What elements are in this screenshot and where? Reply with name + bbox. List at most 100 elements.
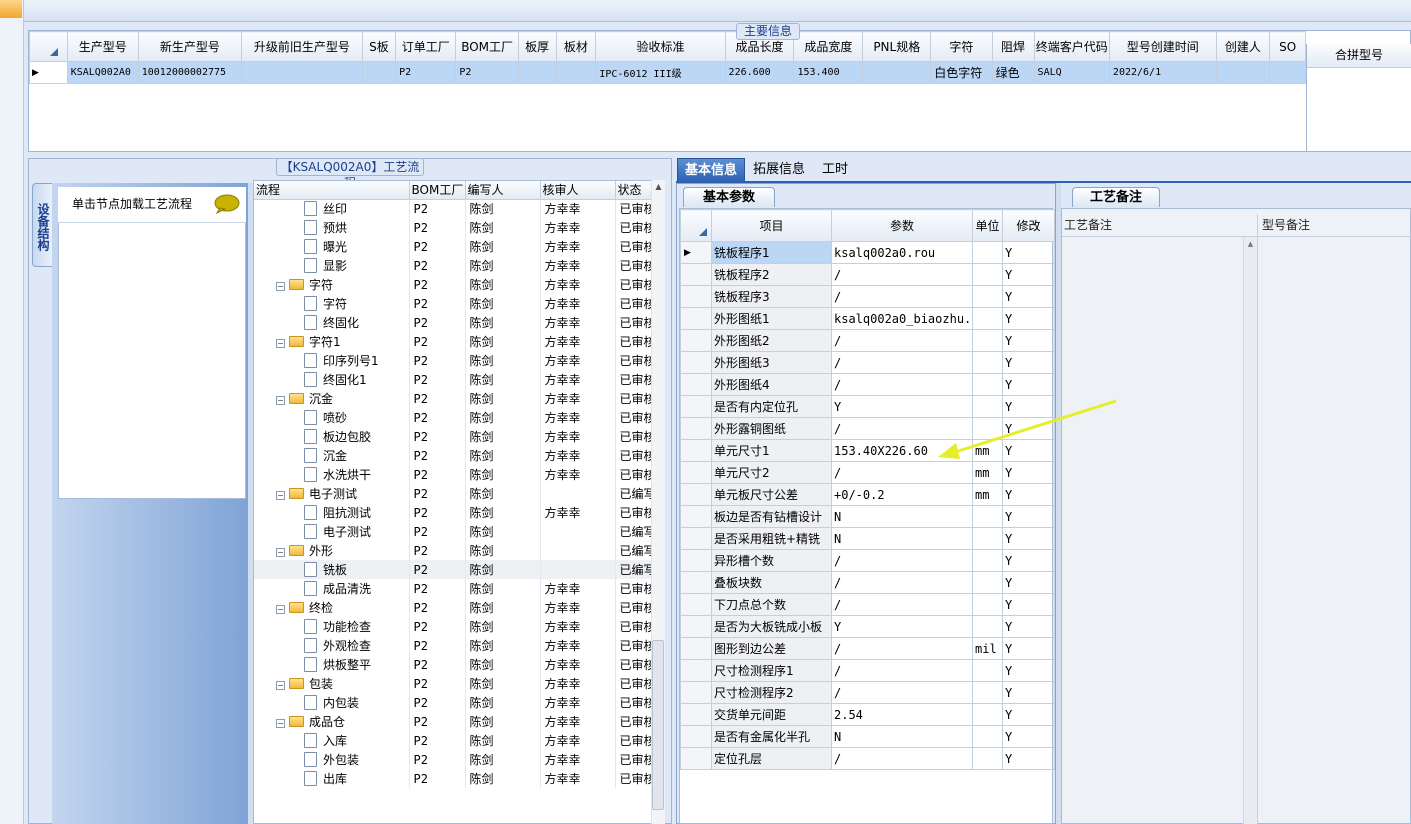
basic-param-row[interactable]: 板边是否有钻槽设计 N Y <box>680 505 1055 528</box>
tree-row[interactable]: 功能检查 P2 陈剑 方幸幸 已审核 <box>254 617 653 636</box>
param-modify-cell[interactable]: Y <box>1002 681 1055 704</box>
tree-row[interactable]: − 外形 P2 陈剑 已编写 <box>254 541 653 560</box>
process-flow-tree[interactable]: 流程 BOM工厂 编写人 核审人 状态 丝印 P2 陈剑 方幸幸 已审核 预烘 P2 陈剑 方幸幸 已审核… <box>253 180 665 824</box>
param-value-cell[interactable]: N <box>831 527 973 550</box>
tree-row[interactable]: 印序列号1 P2 陈剑 方幸幸 已审核 <box>254 351 653 370</box>
tree-row[interactable]: − 字符1 P2 陈剑 方幸幸 已审核 <box>254 332 653 351</box>
main-col-header[interactable]: 板厚 <box>517 31 557 62</box>
tree-col-header[interactable]: 流程 <box>254 181 410 200</box>
tree-col-header[interactable]: 编写人 <box>465 181 541 200</box>
main-col-header[interactable]: PNL规格 <box>862 31 932 62</box>
param-modify-cell[interactable]: Y <box>1002 307 1055 330</box>
tree-row[interactable]: 入库 P2 陈剑 方幸幸 已审核 <box>254 731 653 750</box>
param-value-cell[interactable]: / <box>831 351 973 374</box>
tree-row[interactable]: 终固化1 P2 陈剑 方幸幸 已审核 <box>254 370 653 389</box>
tree-col-header[interactable]: 状态 <box>615 181 653 200</box>
tree-row[interactable]: 电子测试 P2 陈剑 已编写 <box>254 522 653 541</box>
tree-row[interactable]: 成品清洗 P2 陈剑 方幸幸 已审核 <box>254 579 653 598</box>
tree-row[interactable]: 内包装 P2 陈剑 方幸幸 已审核 <box>254 693 653 712</box>
basic-param-row[interactable]: 定位孔层 / Y <box>680 747 1055 770</box>
scroll-up-icon[interactable]: ▲ <box>1244 240 1257 248</box>
tree-row[interactable]: − 字符 P2 陈剑 方幸幸 已审核 <box>254 275 653 294</box>
tab-extended-info[interactable]: 拓展信息 <box>748 158 810 182</box>
basic-param-row[interactable]: 外形图纸1ksalq002a0_biaozhu.pdf Y <box>680 307 1055 330</box>
tree-row[interactable]: 板边包胶 P2 陈剑 方幸幸 已审核 <box>254 427 653 446</box>
param-modify-cell[interactable]: Y <box>1002 241 1055 264</box>
main-col-header[interactable]: 阻焊 <box>991 31 1035 62</box>
param-value-cell[interactable]: / <box>831 681 973 704</box>
param-value-cell[interactable]: / <box>831 571 973 594</box>
tree-row[interactable]: 显影 P2 陈剑 方幸幸 已审核 <box>254 256 653 275</box>
param-modify-cell[interactable]: Y <box>1002 549 1055 572</box>
basic-param-row[interactable]: ▶ 铣板程序1 ksalq002a0.rou Y <box>680 241 1055 264</box>
basic-param-row[interactable]: 是否为大板铣成小板 Y Y <box>680 615 1055 638</box>
param-modify-cell[interactable]: Y <box>1002 571 1055 594</box>
main-col-header[interactable]: 成品宽度 <box>793 31 864 62</box>
process-notes-scrollbar[interactable]: ▲ <box>1243 237 1257 824</box>
param-modify-cell[interactable]: Y <box>1002 263 1055 286</box>
param-value-cell[interactable]: / <box>831 329 973 352</box>
main-col-header[interactable]: 新生产型号 <box>137 31 243 62</box>
main-col-header[interactable]: BOM工厂 <box>455 31 519 62</box>
param-value-cell[interactable]: / <box>831 747 973 770</box>
tab-device-structure[interactable]: 设备结构 <box>32 183 52 267</box>
param-value-cell[interactable]: 2.54 <box>831 703 973 726</box>
param-modify-cell[interactable]: Y <box>1002 351 1055 374</box>
main-col-header[interactable]: S板 <box>361 31 397 62</box>
speech-bubble-icon[interactable] <box>214 194 240 214</box>
tree-row[interactable]: − 终检 P2 陈剑 方幸幸 已审核 <box>254 598 653 617</box>
main-col-header[interactable]: 验收标准 <box>595 31 726 62</box>
basic-col-header[interactable]: 参数 <box>831 209 973 242</box>
tree-row[interactable]: 字符 P2 陈剑 方幸幸 已审核 <box>254 294 653 313</box>
tree-row[interactable]: 喷砂 P2 陈剑 方幸幸 已审核 <box>254 408 653 427</box>
param-modify-cell[interactable]: Y <box>1002 747 1055 770</box>
main-col-header[interactable]: 生产型号 <box>66 31 139 62</box>
tree-row[interactable]: 铣板 P2 陈剑 已编写 <box>254 560 653 579</box>
tree-row[interactable]: 终固化 P2 陈剑 方幸幸 已审核 <box>254 313 653 332</box>
tree-row[interactable]: 曝光 P2 陈剑 方幸幸 已审核 <box>254 237 653 256</box>
param-modify-cell[interactable]: Y <box>1002 615 1055 638</box>
basic-param-row[interactable]: 尺寸检测程序1/ Y <box>680 659 1055 682</box>
collapse-icon[interactable]: − <box>276 339 285 348</box>
main-col-header[interactable]: 型号创建时间 <box>1108 31 1217 62</box>
tree-row[interactable]: 预烘 P2 陈剑 方幸幸 已审核 <box>254 218 653 237</box>
basic-param-row[interactable]: 外形图纸2/ Y <box>680 329 1055 352</box>
tree-row[interactable]: 出库 P2 陈剑 方幸幸 已审核 <box>254 769 653 788</box>
basic-param-row[interactable]: 铣板程序3/ Y <box>680 285 1055 308</box>
tab-basic-info[interactable]: 基本信息 <box>677 158 745 182</box>
basic-param-row[interactable]: 外形图纸3/ Y <box>680 351 1055 374</box>
device-tree-list[interactable] <box>58 187 246 499</box>
tree-row[interactable]: 外包装 P2 陈剑 方幸幸 已审核 <box>254 750 653 769</box>
collapse-icon[interactable]: − <box>276 282 285 291</box>
tree-row[interactable]: 阻抗测试 P2 陈剑 方幸幸 已审核 <box>254 503 653 522</box>
basic-param-row[interactable]: 铣板程序2/ Y <box>680 263 1055 286</box>
basic-param-row[interactable]: 交货单元间距 2.54 Y <box>680 703 1055 726</box>
main-col-header[interactable]: 字符 <box>930 31 993 62</box>
param-modify-cell[interactable]: Y <box>1002 285 1055 308</box>
basic-param-row[interactable]: 是否采用粗铣+精铣 N Y <box>680 527 1055 550</box>
basic-param-row[interactable]: 是否有金属化半孔 N Y <box>680 725 1055 748</box>
param-modify-cell[interactable]: Y <box>1002 329 1055 352</box>
collapse-icon[interactable]: − <box>276 491 285 500</box>
scroll-up-icon[interactable]: ▲ <box>652 182 665 191</box>
collapse-icon[interactable]: − <box>276 681 285 690</box>
tree-row[interactable]: 沉金 P2 陈剑 方幸幸 已审核 <box>254 446 653 465</box>
param-modify-cell[interactable]: Y <box>1002 593 1055 616</box>
basic-col-header[interactable]: 修改 <box>1002 209 1055 242</box>
main-col-header[interactable]: 终端客户代码 <box>1033 31 1110 62</box>
main-col-header[interactable]: 订单工厂 <box>395 31 457 62</box>
param-value-cell[interactable]: N <box>831 725 973 748</box>
collapse-icon[interactable]: − <box>276 396 285 405</box>
tree-row[interactable]: − 沉金 P2 陈剑 方幸幸 已审核 <box>254 389 653 408</box>
main-info-data-row[interactable]: ▶ KSALQ002A0 10012000002775 P2 P2 IPC-6012 I… <box>29 61 1306 84</box>
main-col-header[interactable]: 创建人 <box>1215 31 1271 62</box>
param-value-cell[interactable]: / <box>831 549 973 572</box>
param-value-cell[interactable]: ksalq002a0.rou <box>831 241 973 264</box>
param-value-cell[interactable]: / <box>831 593 973 616</box>
app-menu-orb[interactable] <box>0 0 22 18</box>
collapse-icon[interactable]: − <box>276 548 285 557</box>
basic-param-row[interactable]: 外形图纸4/ Y <box>680 373 1055 396</box>
main-col-header[interactable]: SO <box>1269 31 1306 62</box>
basic-param-row[interactable]: 下刀点总个数 / Y <box>680 593 1055 616</box>
tree-row[interactable]: − 包装 P2 陈剑 方幸幸 已审核 <box>254 674 653 693</box>
